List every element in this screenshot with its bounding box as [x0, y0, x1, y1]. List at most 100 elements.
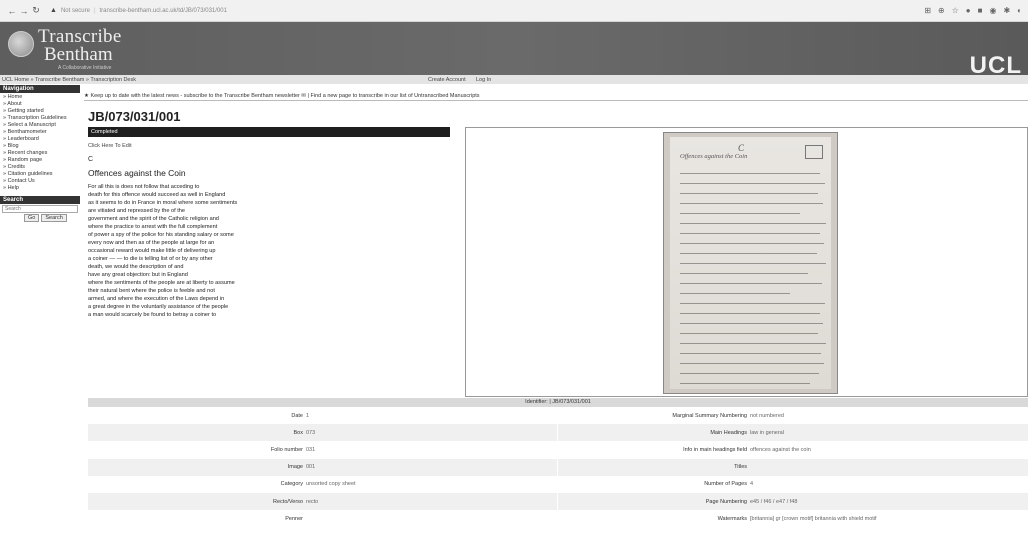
transcript-line: a coiner — — to die is telling list of o…: [88, 256, 213, 262]
metadata-label: Info in main headings field: [683, 446, 747, 453]
transcript-line: a man would scarcely be found to betray …: [88, 312, 217, 318]
search-button[interactable]: Search: [41, 214, 67, 222]
metadata-cell: Recto/Verso recto: [88, 492, 558, 511]
zoom-icon[interactable]: ⊕: [938, 6, 945, 15]
security-label: Not secure: [60, 7, 90, 14]
sidebar-item-guidelines[interactable]: » Transcription Guidelines: [3, 115, 80, 122]
browser-extension-icons: ⊞ ⊕ ☆ ● ■ ◉ ✱ ◐: [924, 6, 1022, 15]
manuscript-page: C Offences against the Coin: [670, 137, 831, 389]
sidebar-item-home[interactable]: » Home: [3, 94, 80, 101]
forward-icon[interactable]: →: [18, 6, 30, 16]
manuscript-image[interactable]: C Offences against the Coin: [663, 132, 838, 394]
puzzle-icon[interactable]: ✱: [1003, 6, 1010, 15]
warning-icon: ▲: [50, 7, 57, 14]
table-row: Date 1 Marginal Summary Numbering not nu…: [88, 407, 1028, 425]
create-account-link[interactable]: Create Account: [428, 77, 466, 83]
metadata-label: Image: [287, 464, 303, 471]
metadata-cell: Category unsorted copy sheet: [88, 475, 558, 493]
metadata-cell: Image 001: [88, 458, 558, 476]
handwriting-line: [680, 253, 817, 254]
sidebar-item-leaderboard[interactable]: » Leaderboard: [3, 136, 80, 143]
sidebar-item-help[interactable]: » Help: [3, 185, 80, 192]
sidebar-item-benthamometer[interactable]: » Benthamometer: [3, 129, 80, 136]
handwriting-line: [680, 203, 823, 204]
transcript-line: of power a spy of the police for his sta…: [88, 232, 234, 238]
transcript-line: where the practice to arrest with the fu…: [88, 224, 218, 230]
extension-icon[interactable]: ■: [978, 6, 983, 15]
search-input[interactable]: [2, 205, 78, 213]
back-icon[interactable]: ←: [6, 6, 18, 16]
url-text: transcribe-bentham.ucl.ac.uk/td/JB/073/0…: [99, 7, 227, 14]
transcript-text: For all this is does not follow that acc…: [88, 183, 368, 319]
click-to-edit-link[interactable]: Click Here To Edit: [88, 143, 132, 149]
manuscript-stamp-box: [805, 145, 823, 159]
transcript-line: occasional reward would make little of d…: [88, 248, 216, 254]
transcript-heading: Offences against the Coin: [88, 168, 186, 178]
bentham-portrait-logo[interactable]: [8, 31, 34, 57]
metadata-cell: Penner: [88, 510, 558, 528]
transcript-line: have any great objection: but in England: [88, 272, 188, 278]
sidebar-item-contact[interactable]: » Contact Us: [3, 178, 80, 185]
metadata-value: 1: [306, 412, 310, 419]
sidebar-item-select-manuscript[interactable]: » Select a Manuscript: [3, 122, 80, 129]
sidebar-item-blog[interactable]: » Blog: [3, 143, 80, 150]
transcript-line: government and the spirit of the Catholi…: [88, 216, 219, 222]
handwriting-line: [680, 363, 824, 364]
page-title: JB/073/031/001: [88, 109, 181, 124]
table-row: Image 001 Titles: [88, 458, 1028, 476]
go-button[interactable]: Go: [24, 214, 40, 222]
sidebar-item-random-page[interactable]: » Random page: [3, 157, 80, 164]
login-link[interactable]: Log In: [476, 77, 491, 83]
breadcrumb: UCL Home » Transcribe Bentham » Transcri…: [0, 75, 1028, 84]
metadata-label: Number of Pages: [704, 481, 747, 488]
manuscript-image-viewer[interactable]: C Offences against the Coin: [465, 127, 1028, 397]
sidebar-item-getting-started[interactable]: » Getting started: [3, 108, 80, 115]
handwriting-line: [680, 173, 820, 174]
browser-toolbar: ← → ↻ ▲ Not secure | transcribe-bentham.…: [0, 0, 1028, 22]
transcript-line: every now and then as of the people at l…: [88, 240, 215, 246]
address-bar[interactable]: ▲ Not secure | transcribe-bentham.ucl.ac…: [50, 7, 227, 14]
metadata-cell: Info in main headings field offences aga…: [558, 441, 1028, 458]
star-icon[interactable]: ☆: [952, 6, 959, 15]
breadcrumb-path[interactable]: UCL Home » Transcribe Bentham » Transcri…: [2, 77, 136, 83]
reload-icon[interactable]: ↻: [30, 5, 42, 16]
logo-subtitle: A Collaborative Initiative: [58, 65, 112, 71]
sidebar-item-about[interactable]: » About: [3, 101, 80, 108]
metadata-value: not numbered: [750, 412, 784, 419]
translate-icon[interactable]: ⊞: [924, 6, 931, 15]
metadata-label: Recto/Verso: [273, 498, 303, 505]
handwriting-line: [680, 183, 825, 184]
handwriting-line: [680, 233, 820, 234]
handwriting-line: [680, 323, 823, 324]
search-heading: Search: [0, 196, 80, 204]
sidebar: Navigation » Home » About » Getting star…: [0, 85, 80, 540]
metadata-cell: Marginal Summary Numbering not numbered: [558, 407, 1028, 424]
table-row: Box 073 Main Headings law in general: [88, 424, 1028, 442]
metadata-cell: Titles: [558, 458, 1028, 476]
handwriting-line: [680, 273, 808, 274]
table-row: Category unsorted copy sheet Number of P…: [88, 475, 1028, 493]
metadata-cell: Number of Pages 4: [558, 476, 1028, 493]
sidebar-item-credits[interactable]: » Credits: [3, 164, 80, 171]
metadata-value: 073: [306, 429, 316, 436]
sidebar-item-recent-changes[interactable]: » Recent changes: [3, 150, 80, 157]
metadata-label: Main Headings: [710, 429, 747, 436]
metadata-label: Marginal Summary Numbering: [672, 412, 747, 419]
navigation-list: » Home » About » Getting started » Trans…: [0, 93, 80, 194]
identifier-header: Identifier: | JB/073/031/001: [88, 398, 1028, 407]
table-row: Folio number 031 Info in main headings f…: [88, 441, 1028, 459]
metadata-cell: Page Numbering e45 / f46 / e47 / f48: [558, 492, 1028, 511]
manuscript-letter: C: [738, 143, 745, 153]
extension-icon[interactable]: ◉: [989, 6, 996, 15]
metadata-cell: Box 073: [88, 424, 558, 442]
news-banner[interactable]: ★ Keep up to date with the latest news -…: [84, 93, 1028, 101]
profile-icon[interactable]: ◐: [1017, 6, 1022, 15]
transcript-line: where the sentiments of the people are a…: [88, 280, 235, 286]
metadata-cell: Date 1: [88, 407, 558, 425]
metadata-value: e45 / f46 / e47 / f48: [750, 498, 798, 505]
sidebar-item-citation[interactable]: » Citation guidelines: [3, 171, 80, 178]
transcript-line: as it seems to do in France in moral whe…: [88, 200, 238, 206]
handwriting-line: [680, 353, 821, 354]
extension-icon[interactable]: ●: [966, 6, 971, 15]
logo-title-line2[interactable]: Bentham: [44, 44, 113, 66]
